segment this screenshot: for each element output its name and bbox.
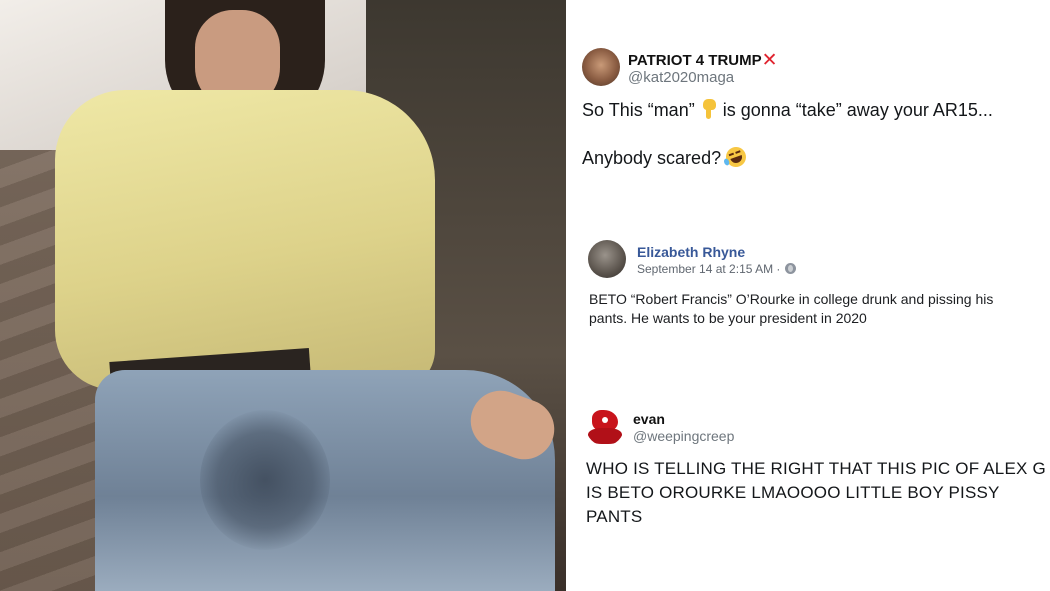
- patriot-handle[interactable]: @kat2020maga: [628, 69, 734, 86]
- x-mark-icon: ✕: [761, 50, 778, 71]
- evan-name[interactable]: evan: [633, 411, 665, 427]
- elizabeth-timestamp[interactable]: September 14 at 2:15 AM ·: [637, 262, 780, 276]
- patriot-text-part2: is gonna “take” away your AR15...: [722, 100, 993, 120]
- patriot-avatar[interactable]: [582, 48, 620, 86]
- elizabeth-post-text: BETO “Robert Francis” O’Rourke in colleg…: [589, 291, 994, 326]
- evan-avatar[interactable]: [586, 408, 624, 446]
- elizabeth-name[interactable]: Elizabeth Rhyne: [637, 244, 745, 260]
- patriot-tweet-text: So This “man” is gonna “take” away your …: [582, 98, 1042, 170]
- patriot-name[interactable]: PATRIOT 4 TRUMP✕: [628, 50, 778, 71]
- globe-icon: [784, 263, 796, 274]
- photo-shirt: [55, 90, 435, 390]
- elizabeth-avatar[interactable]: [588, 240, 626, 278]
- man-photo: [0, 0, 566, 591]
- patriot-tweet-line2: Anybody scared?: [582, 144, 1042, 170]
- photo-stain: [200, 410, 330, 550]
- elizabeth-post-meta[interactable]: September 14 at 2:15 AM ·: [637, 262, 796, 276]
- patriot-tweet-line1: So This “man” is gonna “take” away your …: [582, 98, 1042, 122]
- patriot-text-part1: So This “man”: [582, 100, 695, 120]
- evan-tweet-text: WHO IS TELLING THE RIGHT THAT THIS PIC O…: [586, 459, 1046, 526]
- rolling-laughing-emoji-icon: [723, 144, 749, 170]
- patriot-name-text[interactable]: PATRIOT 4 TRUMP: [628, 52, 762, 69]
- pointing-down-emoji-icon: [700, 99, 718, 119]
- patriot-text-line2: Anybody scared?: [582, 148, 722, 168]
- tweets-panel: PATRIOT 4 TRUMP✕ @kat2020maga So This “m…: [566, 0, 1050, 591]
- evan-handle[interactable]: @weepingcreep: [633, 428, 734, 444]
